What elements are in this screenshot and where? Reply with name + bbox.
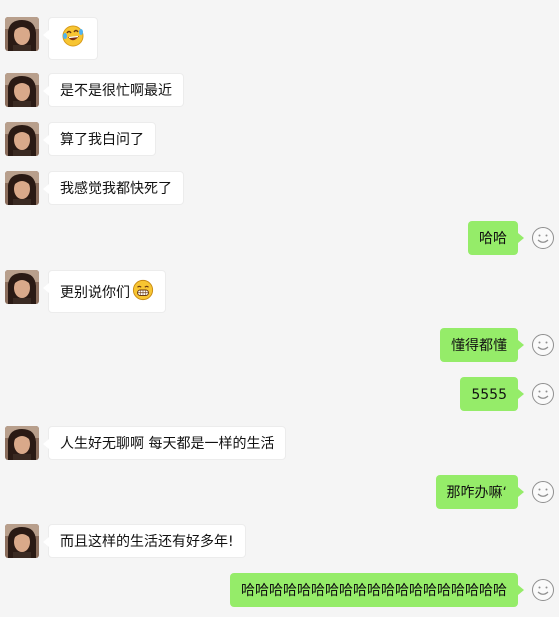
message-bubble[interactable]: 算了我白问了: [43, 122, 156, 156]
message-row: 而且这样的生活还有好多年!: [0, 524, 559, 568]
avatar[interactable]: [5, 426, 39, 460]
message-text: 是不是很忙啊最近: [60, 83, 172, 99]
smiley-icon[interactable]: [531, 382, 555, 406]
message-row: 更别说你们: [0, 270, 559, 314]
smiley-icon[interactable]: [531, 226, 555, 250]
message-text: 我感觉我都快死了: [60, 181, 172, 197]
smiley-icon[interactable]: [531, 578, 555, 602]
smiley-icon[interactable]: [531, 333, 555, 357]
message-bubble[interactable]: 而且这样的生活还有好多年!: [43, 524, 246, 558]
avatar[interactable]: [5, 73, 39, 107]
message-text: 人生好无聊啊 每天都是一样的生活: [60, 436, 275, 452]
message-row: 哈哈哈哈哈哈哈哈哈哈哈哈哈哈哈哈哈哈哈: [0, 573, 559, 617]
smiley-icon[interactable]: [531, 480, 555, 504]
message-text: 懂得都懂: [451, 338, 507, 354]
message-bubble[interactable]: 人生好无聊啊 每天都是一样的生活: [42, 426, 287, 460]
message-text: 更别说你们: [60, 284, 130, 301]
message-text: 算了我白问了: [60, 132, 144, 148]
message-bubble[interactable]: 我感觉我都快死了: [43, 171, 184, 205]
message-bubble[interactable]: 是不是很忙啊最近: [43, 73, 184, 107]
message-row: 哈哈: [0, 221, 559, 265]
message-text: 哈哈哈哈哈哈哈哈哈哈哈哈哈哈哈哈哈哈哈: [241, 583, 507, 599]
avatar[interactable]: [5, 17, 39, 51]
message-bubble[interactable]: [43, 17, 98, 60]
avatar[interactable]: [5, 171, 39, 205]
message-row: 5555: [0, 377, 559, 421]
chat-window: 是不是很忙啊最近 算了我白问了 我感觉我都快死了 哈哈 更别说你们 懂得都懂 5…: [0, 0, 559, 616]
message-bubble[interactable]: 哈哈: [468, 221, 524, 255]
message-text: 哈哈: [479, 231, 507, 247]
message-text: 而且这样的生活还有好多年!: [60, 534, 234, 550]
message-text: 5555: [471, 387, 507, 403]
message-row: [0, 17, 559, 61]
message-bubble[interactable]: 懂得都懂: [440, 328, 524, 362]
message-row: 人生好无聊啊 每天都是一样的生活: [0, 426, 559, 470]
message-row: 那咋办嘛‘: [0, 475, 559, 519]
message-row: 懂得都懂: [0, 328, 559, 372]
message-bubble[interactable]: 那咋办嘛‘: [435, 475, 525, 509]
avatar[interactable]: [5, 122, 39, 156]
rofl-emoji-icon: [61, 24, 85, 53]
message-row: 算了我白问了: [0, 122, 559, 166]
avatar[interactable]: [5, 270, 39, 304]
avatar[interactable]: [5, 524, 39, 558]
message-row: 我感觉我都快死了: [0, 171, 559, 215]
message-bubble[interactable]: 更别说你们: [43, 270, 166, 313]
message-bubble[interactable]: 5555: [460, 377, 524, 411]
message-text: 那咋办嘛‘: [446, 485, 507, 501]
grin-emoji-icon: [132, 279, 154, 306]
message-bubble[interactable]: 哈哈哈哈哈哈哈哈哈哈哈哈哈哈哈哈哈哈哈: [230, 573, 524, 607]
message-row: 是不是很忙啊最近: [0, 73, 559, 117]
